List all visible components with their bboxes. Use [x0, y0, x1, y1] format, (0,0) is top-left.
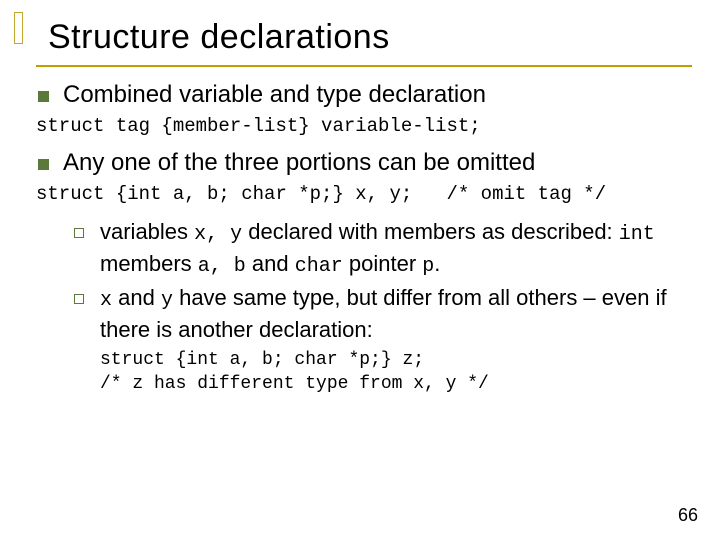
- bullet-2: Any one of the three portions can be omi…: [38, 149, 692, 177]
- bullet-2-text: Any one of the three portions can be omi…: [63, 149, 535, 177]
- code-inline: y: [161, 289, 173, 312]
- code-line-1: struct tag {member-list} variable-list;: [36, 115, 692, 137]
- code-inline: p: [422, 255, 434, 278]
- t: .: [434, 251, 440, 276]
- hollow-square-icon: [74, 294, 84, 304]
- code-inline: char: [295, 255, 343, 278]
- t: have same type, but differ from all othe…: [100, 285, 667, 342]
- sub-bullet-list: variables x, y declared with members as …: [74, 217, 692, 346]
- t: variables: [100, 219, 194, 244]
- page-number: 66: [678, 505, 698, 526]
- bullet-square-icon: [38, 91, 49, 102]
- bullet-square-icon: [38, 159, 49, 170]
- t: and: [112, 285, 161, 310]
- bullet-1: Combined variable and type declaration: [38, 81, 692, 109]
- t: and: [246, 251, 295, 276]
- sub-bullet-2-text: x and y have same type, but differ from …: [100, 283, 692, 346]
- title-accent: [14, 12, 23, 44]
- code-inline: a, b: [198, 255, 246, 278]
- t: pointer: [343, 251, 423, 276]
- t: members: [100, 251, 198, 276]
- hollow-square-icon: [74, 228, 84, 238]
- sub-bullet-2: x and y have same type, but differ from …: [74, 283, 692, 346]
- bullet-1-text: Combined variable and type declaration: [63, 81, 486, 109]
- code-inline: x: [100, 289, 112, 312]
- code-inline: int: [619, 223, 655, 246]
- code-inline: x, y: [194, 223, 242, 246]
- slide-title: Structure declarations: [36, 18, 692, 67]
- t: declared with members as described:: [242, 219, 619, 244]
- code-line-2: struct {int a, b; char *p;} x, y; /* omi…: [36, 183, 692, 205]
- sub-bullet-1-text: variables x, y declared with members as …: [100, 217, 692, 281]
- sub-bullet-1: variables x, y declared with members as …: [74, 217, 692, 281]
- code-line-3: struct {int a, b; char *p;} z; /* z has …: [100, 348, 692, 397]
